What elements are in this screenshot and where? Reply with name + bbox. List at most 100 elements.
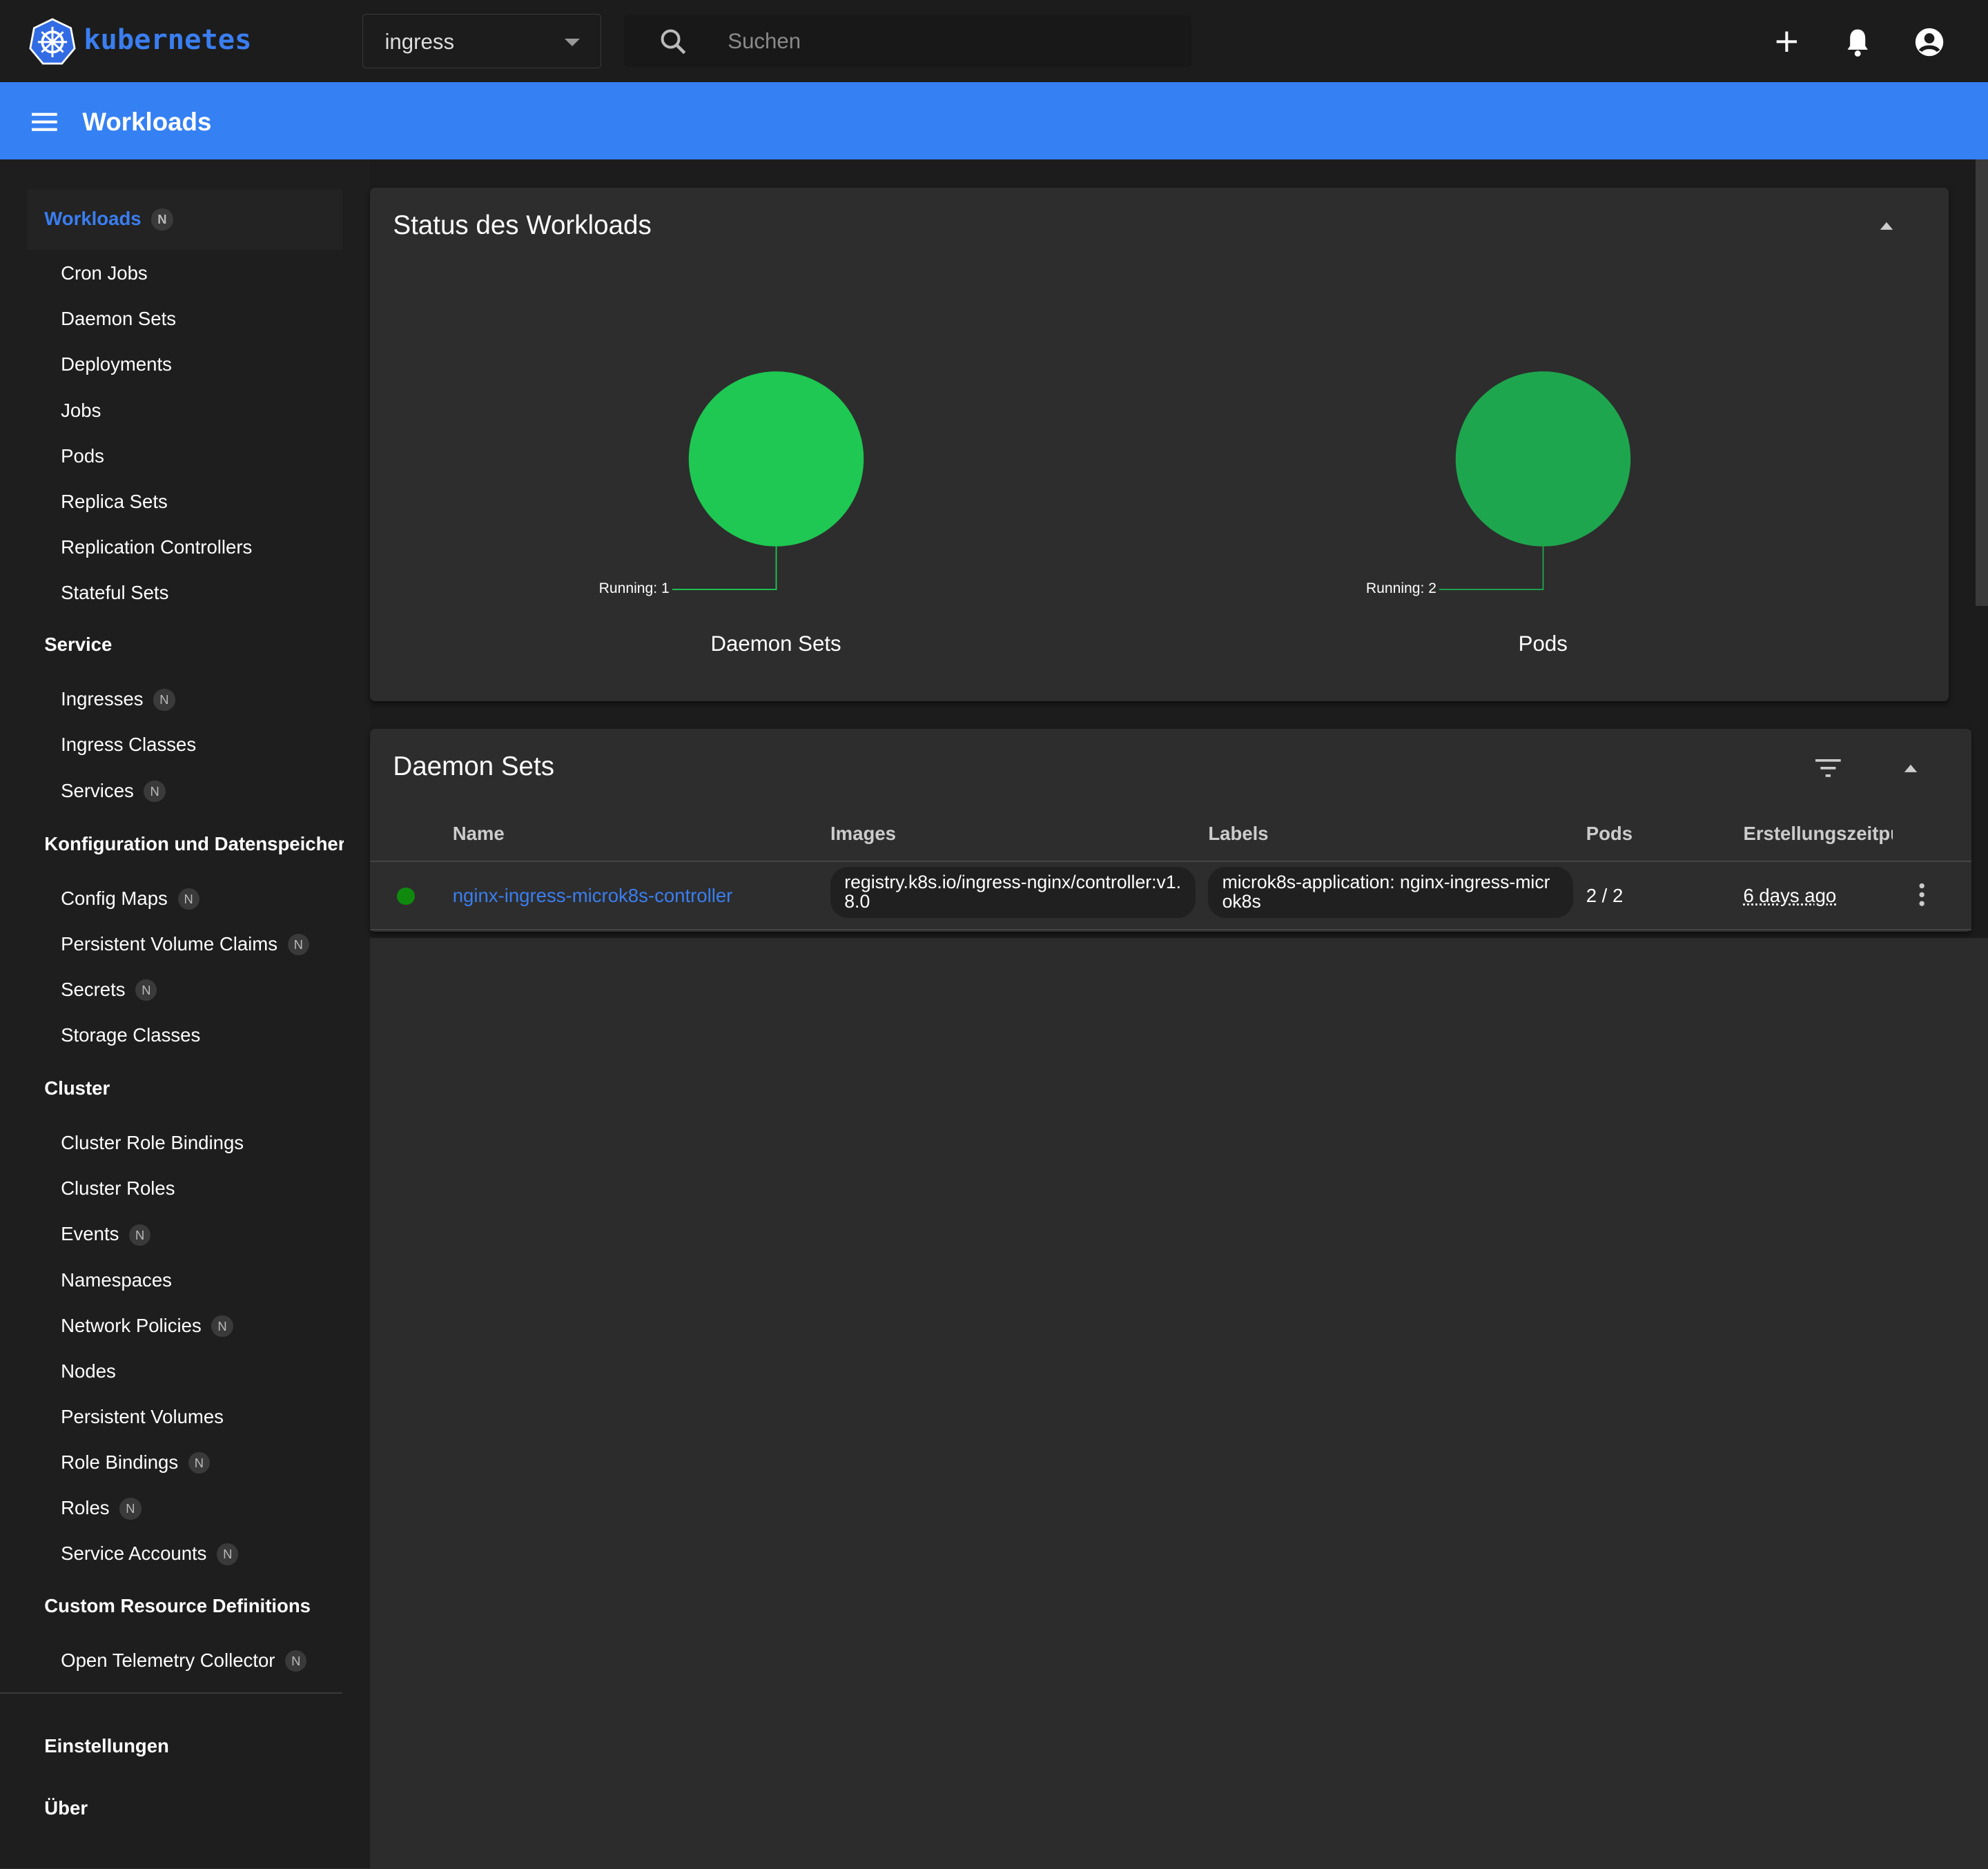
sidebar-item[interactable]: Services N [61, 780, 166, 802]
sidebar-item-label: Events [61, 1223, 119, 1245]
top-bar: kubernetes ingress [0, 0, 1988, 83]
new-badge: N [135, 979, 157, 1001]
page-title: Workloads [82, 108, 212, 137]
sidebar-item[interactable]: Persistent Volume Claims N [61, 932, 309, 956]
sidebar-item-label: Service Accounts [61, 1543, 207, 1565]
image-chip: registry.k8s.io/ingress-nginx/controller… [830, 867, 1196, 918]
label-leader-line [1439, 546, 1544, 590]
card-title: Status des Workloads [393, 210, 652, 240]
sidebar-item[interactable]: Replica Sets [61, 491, 168, 513]
sidebar-item[interactable]: Ingresses N [61, 688, 175, 711]
sidebar: Workloads N Cron Jobs Daemon Sets Deploymen… [0, 159, 371, 1869]
sidebar-item-label: Cluster Roles [61, 1177, 175, 1200]
label-leader-line [672, 546, 777, 590]
status-chart: Running: 2 Pods [1353, 365, 1733, 669]
sidebar-item[interactable]: Ingress Classes [61, 734, 196, 756]
sidebar-item-workloads[interactable]: Workloads N [44, 208, 173, 231]
new-badge: N [144, 780, 166, 802]
sidebar-item[interactable]: Secrets N [61, 979, 157, 1001]
sidebar-item-label: Config Maps [61, 887, 168, 909]
sidebar-item-label: Nodes [61, 1360, 116, 1382]
sidebar-item[interactable]: Network Policies N [61, 1314, 233, 1338]
sidebar-item-label: Role Bindings [61, 1451, 179, 1474]
account-icon[interactable] [1914, 27, 1945, 57]
sidebar-section-config[interactable]: Konfiguration und Datenspeicherung [44, 833, 343, 855]
sidebar-item-label: Ingresses [61, 688, 144, 710]
new-badge: N [153, 689, 175, 711]
sidebar-item[interactable]: Config Maps N [61, 888, 199, 910]
collapse-icon[interactable] [1903, 763, 1918, 774]
new-badge: N [119, 1498, 142, 1520]
sidebar-section-crd[interactable]: Custom Resource Definitions [44, 1595, 343, 1617]
sidebar-item[interactable]: Cluster Role Bindings [61, 1132, 244, 1154]
sidebar-item[interactable]: Storage Classes [61, 1024, 200, 1046]
sidebar-item[interactable]: Events N [61, 1223, 151, 1246]
sidebar-item[interactable]: Nodes [61, 1360, 116, 1382]
sidebar-item[interactable]: Role Bindings N [61, 1451, 211, 1474]
new-badge: N [188, 1452, 211, 1474]
pods-count: 2 / 2 [1586, 884, 1624, 906]
label-chip: microk8s-application: nginx-ingress-micr… [1208, 867, 1574, 918]
sidebar-item[interactable]: Stateful Sets [61, 582, 168, 604]
sidebar-item[interactable]: Daemon Sets [61, 308, 176, 330]
namespace-select[interactable]: ingress [362, 14, 601, 69]
status-running-icon [396, 887, 415, 906]
page-header: Workloads [0, 82, 1988, 160]
sidebar-item[interactable]: Cron Jobs [61, 262, 148, 284]
new-badge: N [217, 1543, 239, 1565]
column-header-created[interactable]: Erstellungszeitpunkt [1743, 823, 1893, 845]
chart-title: Pods [1518, 631, 1568, 656]
sidebar-item-label: Roles [61, 1497, 110, 1519]
column-header-images: Images [830, 823, 896, 844]
sidebar-item[interactable]: Cluster Roles [61, 1177, 175, 1200]
sidebar-item-label: Ingress Classes [61, 734, 197, 756]
search-input[interactable] [725, 28, 1162, 56]
table-row: nginx-ingress-microk8s-controller regist… [370, 862, 1971, 929]
sidebar-item-settings[interactable]: Einstellungen [44, 1735, 169, 1757]
sidebar-item[interactable]: Roles N [61, 1497, 142, 1520]
sidebar-item[interactable]: Replication Controllers [61, 536, 252, 558]
sidebar-item[interactable]: Open Telemetry Collector N [61, 1650, 307, 1672]
new-badge: N [177, 888, 199, 910]
bell-icon[interactable] [1844, 27, 1871, 57]
new-badge: N [285, 1650, 307, 1672]
sidebar-item[interactable]: Persistent Volumes [61, 1406, 224, 1428]
sidebar-item[interactable]: Jobs [61, 400, 101, 422]
running-slice[interactable] [1455, 371, 1630, 547]
column-header-pods: Pods [1586, 823, 1633, 844]
kubernetes-logo-icon [29, 18, 76, 65]
sidebar-item[interactable]: Pods [61, 445, 104, 467]
created-age: 6 days ago [1743, 884, 1837, 906]
sidebar-item-label: Persistent Volumes [61, 1405, 224, 1427]
running-slice[interactable] [688, 371, 864, 547]
running-label: Running: 1 [598, 580, 670, 597]
collapse-icon[interactable] [1879, 221, 1894, 231]
plus-icon[interactable] [1774, 29, 1800, 55]
new-badge: N [211, 1315, 233, 1338]
card-title: Daemon Sets [393, 752, 554, 782]
sidebar-item-label: Cluster Role Bindings [61, 1132, 244, 1154]
scrollbar[interactable] [1975, 159, 1988, 606]
sidebar-item[interactable]: Deployments [61, 353, 172, 375]
running-label: Running: 2 [1365, 580, 1436, 597]
sidebar-item-label: Network Policies [61, 1314, 202, 1336]
sidebar-section-service[interactable]: Service [44, 634, 343, 656]
daemon-set-link[interactable]: nginx-ingress-microk8s-controller [453, 885, 733, 907]
chevron-down-icon [565, 39, 581, 47]
sidebar-item-label: Persistent Volume Claims [61, 932, 277, 955]
sidebar-item[interactable]: Service Accounts N [61, 1543, 239, 1565]
more-vert-icon[interactable] [1916, 882, 1928, 908]
sidebar-item-label: Namespaces [61, 1269, 172, 1291]
menu-icon[interactable] [31, 112, 57, 132]
logo-text[interactable]: kubernetes [84, 23, 251, 56]
daemon-sets-card: Daemon Sets Name Images Labels Pods Erst… [370, 729, 1972, 932]
chart-title: Daemon Sets [710, 631, 841, 656]
sidebar-item[interactable]: Namespaces [61, 1269, 172, 1291]
filter-icon[interactable] [1815, 759, 1841, 777]
sidebar-section-cluster[interactable]: Cluster [44, 1077, 343, 1099]
sidebar-item-about[interactable]: Über [44, 1797, 88, 1819]
sidebar-divider [0, 1692, 342, 1694]
new-badge: N [287, 933, 309, 956]
search-box [623, 15, 1192, 68]
column-header-name[interactable]: Name [453, 823, 505, 845]
